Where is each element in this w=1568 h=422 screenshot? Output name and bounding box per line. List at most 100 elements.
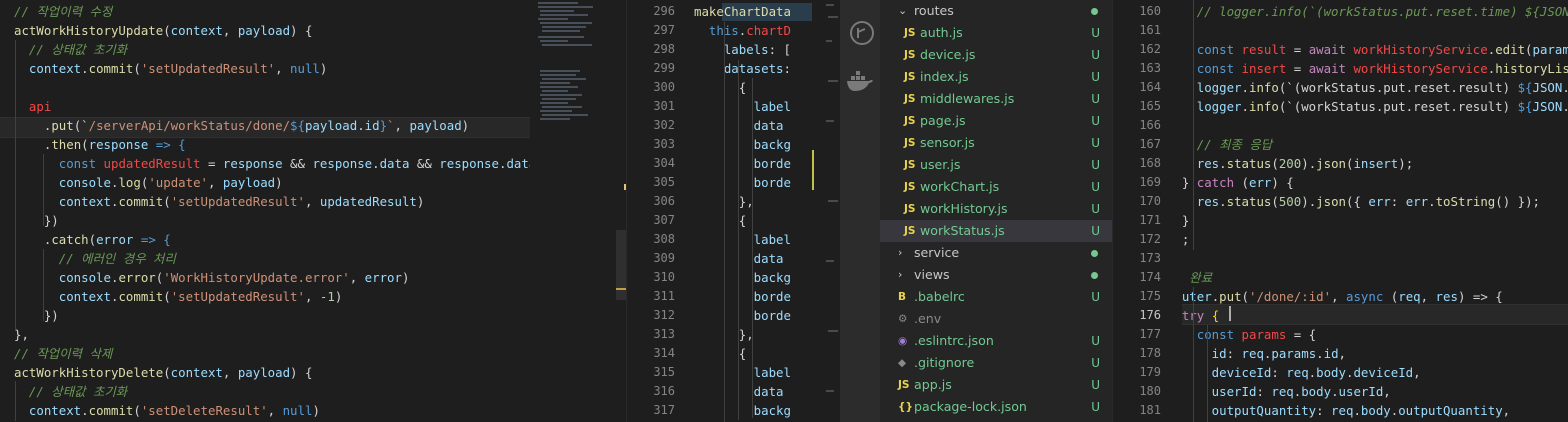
code-line[interactable]: const params = { bbox=[1182, 325, 1316, 344]
code-token: . bbox=[14, 232, 52, 247]
code-line[interactable]: .put(`/serverApi/workStatus/done/${paylo… bbox=[14, 116, 530, 135]
code-line[interactable]: borde bbox=[694, 306, 791, 325]
code-token: . bbox=[14, 118, 52, 133]
explorer-item[interactable]: JS workStatus.js U bbox=[880, 220, 1112, 242]
explorer-item[interactable]: B .babelrc U bbox=[880, 286, 1112, 308]
code-line[interactable]: res.status(500).json({ err: err.toString… bbox=[1182, 192, 1540, 211]
code-line[interactable]: userId: req.body.userId, bbox=[1182, 382, 1391, 401]
code-line[interactable]: }); bbox=[1182, 230, 1189, 249]
code-line[interactable]: // logger.info(`(workStatus.put.reset.ti… bbox=[1182, 2, 1568, 21]
code-line[interactable]: const updatedResult = response && respon… bbox=[14, 154, 530, 173]
code-line[interactable]: label bbox=[694, 230, 791, 249]
code-token: ( bbox=[1271, 194, 1279, 209]
code-token: workHistoryService bbox=[1353, 42, 1488, 57]
code-line[interactable]: outputQuantity: req.body.outputQuantity, bbox=[1182, 401, 1510, 420]
explorer-item[interactable]: JS sensor.js U bbox=[880, 132, 1112, 154]
code-line[interactable]: // 상태값 초기화 bbox=[14, 40, 127, 59]
explorer-item[interactable]: JS app.js U bbox=[880, 374, 1112, 396]
code-line[interactable]: logger.info(`(workStatus.put.reset.resul… bbox=[1182, 97, 1568, 116]
code-line[interactable]: backg bbox=[694, 401, 791, 420]
explorer-item[interactable]: JS device.js U bbox=[880, 44, 1112, 66]
code-token: res bbox=[1196, 156, 1220, 171]
code-line[interactable]: }) bbox=[14, 306, 59, 325]
code-token: actWorkHistoryDelete bbox=[14, 365, 164, 380]
explorer-item-label: workHistory.js bbox=[920, 201, 1008, 216]
code-line[interactable]: this.chartD bbox=[694, 21, 791, 40]
code-line[interactable]: context.commit('setDeleteResult', null) bbox=[14, 401, 320, 420]
git-graph-icon[interactable] bbox=[849, 20, 875, 46]
explorer-item[interactable]: JS auth.js U bbox=[880, 22, 1112, 44]
code-line[interactable]: }, bbox=[14, 325, 29, 344]
code-line[interactable]: const result = await workHistoryService.… bbox=[1182, 40, 1568, 59]
code-line[interactable]: } bbox=[1182, 211, 1189, 230]
code-line[interactable]: deviceId: req.body.deviceId, bbox=[1182, 363, 1421, 382]
code-line[interactable]: datasets: bbox=[694, 59, 791, 78]
code-line[interactable]: // 에러인 경우 처리 bbox=[14, 249, 176, 268]
code-line[interactable]: } catch (err) { bbox=[1182, 173, 1294, 192]
code-token: -1 bbox=[319, 289, 335, 304]
explorer-item[interactable]: JS workHistory.js U bbox=[880, 198, 1112, 220]
code-token: // 작업이력 수정 bbox=[14, 4, 113, 19]
code-token: => { bbox=[148, 137, 186, 152]
code-line[interactable]: // 작업이력 삭제 bbox=[14, 344, 112, 363]
code-token: (workStatus.put.reset.result) bbox=[1293, 99, 1518, 114]
code-line[interactable]: backg bbox=[694, 268, 791, 287]
right-editor[interactable]: // logger.info(`(workStatus.put.reset.ti… bbox=[1182, 0, 1568, 422]
explorer-item[interactable]: JS workChart.js U bbox=[880, 176, 1112, 198]
code-line[interactable]: // 상태값 초기화 bbox=[14, 382, 127, 401]
code-token: , bbox=[304, 289, 320, 304]
code-line[interactable]: labels: [ bbox=[694, 40, 791, 59]
explorer-item[interactable]: ⌄ routes bbox=[880, 0, 1112, 22]
code-line[interactable]: context.commit('setUpdatedResult', updat… bbox=[14, 192, 425, 211]
left-minimap[interactable] bbox=[530, 0, 626, 422]
code-line[interactable]: router.put('/done/:id', async (req, res)… bbox=[1182, 287, 1503, 306]
code-token: id bbox=[1211, 346, 1227, 361]
code-line[interactable]: res.status(200).json(insert); bbox=[1182, 154, 1413, 173]
code-line[interactable]: backg bbox=[694, 135, 791, 154]
explorer-item[interactable]: › views bbox=[880, 264, 1112, 286]
explorer-item[interactable]: JS user.js U bbox=[880, 154, 1112, 176]
docker-icon[interactable] bbox=[845, 70, 875, 94]
chevron-right-icon: › bbox=[898, 246, 903, 259]
code-token: . bbox=[1219, 194, 1227, 209]
code-line[interactable]: // 최종 응답 bbox=[1182, 135, 1272, 154]
code-line[interactable]: const insert = await workHistoryService.… bbox=[1182, 59, 1568, 78]
middle-minimap[interactable] bbox=[812, 0, 840, 422]
explorer-item[interactable]: JS middlewares.js U bbox=[880, 88, 1112, 110]
explorer-item[interactable]: › service bbox=[880, 242, 1112, 264]
explorer-item[interactable]: JS page.js U bbox=[880, 110, 1112, 132]
code-line[interactable]: }) bbox=[14, 211, 59, 230]
code-line[interactable]: label bbox=[694, 97, 791, 116]
code-token: } bbox=[1182, 175, 1190, 190]
middle-editor[interactable]: makeChartData this.chartD labels: [ data… bbox=[694, 0, 812, 422]
code-line[interactable]: context.commit('setUpdatedResult', -1) bbox=[14, 287, 343, 306]
code-line[interactable]: logger.info(`(workStatus.put.reset.resul… bbox=[1182, 78, 1568, 97]
code-line[interactable]: actWorkHistoryDelete(context, payload) { bbox=[14, 363, 312, 382]
explorer-item[interactable]: ⚙ .env bbox=[880, 308, 1112, 330]
code-line[interactable]: actWorkHistoryUpdate(context, payload) { bbox=[14, 21, 312, 40]
code-line[interactable]: try { bbox=[1182, 306, 1219, 325]
explorer-item[interactable]: ◉ .eslintrc.json U bbox=[880, 330, 1112, 352]
code-line[interactable]: // 완료 bbox=[1182, 268, 1212, 287]
code-line[interactable]: context.commit('setUpdatedResult', null) bbox=[14, 59, 327, 78]
line-number: 298 bbox=[653, 42, 675, 56]
code-line[interactable]: api bbox=[14, 97, 51, 116]
code-line[interactable]: .then(response => { bbox=[14, 135, 186, 154]
code-token: : bbox=[1316, 403, 1332, 418]
explorer-item[interactable]: {} package-lock.json U bbox=[880, 396, 1112, 418]
code-line[interactable]: console.error('WorkHistoryUpdate.error',… bbox=[14, 268, 410, 287]
code-line[interactable]: makeChartData bbox=[694, 2, 791, 21]
code-line[interactable]: borde bbox=[694, 287, 791, 306]
code-line[interactable]: borde bbox=[694, 173, 791, 192]
code-line[interactable]: // 작업이력 수정 bbox=[14, 2, 112, 21]
explorer-item[interactable]: ◆ .gitignore U bbox=[880, 352, 1112, 374]
code-line[interactable]: console.log('update', payload) bbox=[14, 173, 283, 192]
code-line[interactable]: label bbox=[694, 363, 791, 382]
code-token: (` bbox=[1278, 80, 1294, 95]
explorer-item[interactable]: JS index.js U bbox=[880, 66, 1112, 88]
left-editor[interactable]: // 작업이력 수정 actWorkHistoryUpdate(context, … bbox=[0, 0, 530, 422]
explorer-item-label: views bbox=[914, 267, 950, 282]
code-line[interactable]: .catch(error => { bbox=[14, 230, 171, 249]
code-token: userId bbox=[1338, 384, 1384, 399]
code-line[interactable]: borde bbox=[694, 154, 791, 173]
